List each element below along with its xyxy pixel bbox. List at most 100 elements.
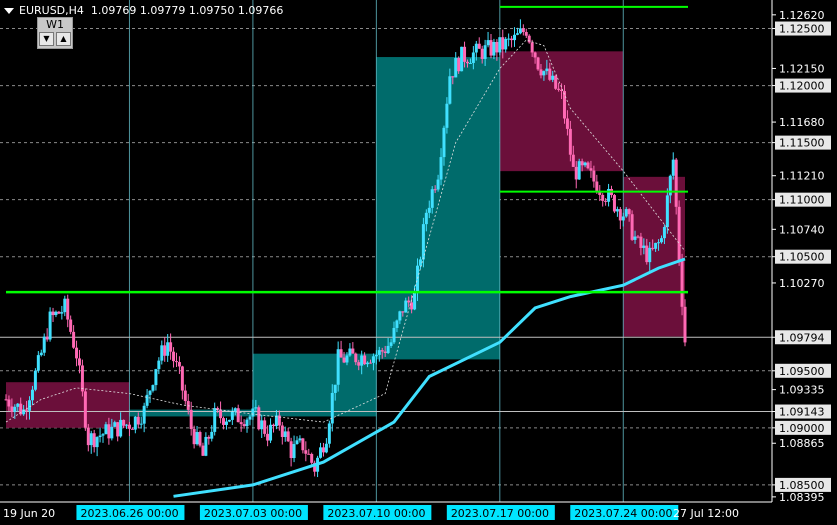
candle-body bbox=[659, 238, 663, 243]
candle-body bbox=[310, 454, 314, 463]
triangle-up-icon[interactable]: ▲ bbox=[56, 32, 71, 46]
candle-body bbox=[177, 362, 181, 367]
candle-body bbox=[465, 61, 469, 64]
candle-body bbox=[30, 389, 34, 401]
candle-body bbox=[172, 351, 176, 362]
candle-body bbox=[430, 189, 434, 208]
candle-body bbox=[513, 34, 517, 41]
candle-body bbox=[416, 265, 420, 293]
candle-body bbox=[436, 179, 440, 190]
candle-body bbox=[636, 236, 640, 238]
candle-body bbox=[527, 35, 531, 43]
chart-menu-icon[interactable] bbox=[4, 8, 14, 14]
candle-body bbox=[368, 362, 372, 364]
candle-body bbox=[16, 403, 20, 407]
candle-body bbox=[107, 424, 111, 439]
candle-body bbox=[242, 424, 246, 427]
candle-body bbox=[345, 355, 349, 363]
candle-body bbox=[25, 409, 29, 411]
time-label: 19 Jun 20 bbox=[3, 507, 55, 520]
candle-body bbox=[148, 390, 152, 395]
candle-body bbox=[424, 212, 428, 225]
candle-body bbox=[598, 192, 602, 195]
candle-body bbox=[77, 358, 81, 366]
candle-body bbox=[63, 298, 67, 313]
candle-body bbox=[486, 40, 490, 46]
candle-body bbox=[524, 32, 528, 36]
candle-body bbox=[586, 162, 590, 169]
candle-body bbox=[42, 336, 46, 353]
candle-body bbox=[454, 58, 458, 78]
candle-body bbox=[445, 103, 449, 128]
candle-body bbox=[395, 320, 399, 328]
candle-body bbox=[680, 260, 684, 307]
candle-body bbox=[257, 407, 261, 430]
candle-body bbox=[4, 399, 8, 401]
candle-body bbox=[589, 168, 593, 171]
candle-body bbox=[101, 434, 105, 436]
candle-body bbox=[545, 68, 549, 72]
candle-body bbox=[510, 38, 514, 41]
candle-body bbox=[342, 357, 346, 363]
price-zone bbox=[376, 57, 500, 360]
candle-body bbox=[418, 259, 422, 266]
candle-body bbox=[174, 361, 178, 363]
time-label: 2023.06.26 00:00 bbox=[80, 507, 178, 520]
candle-body bbox=[57, 311, 61, 314]
candle-body bbox=[554, 75, 558, 89]
candle-body bbox=[7, 399, 11, 407]
candle-body bbox=[386, 345, 390, 353]
candle-body bbox=[618, 209, 622, 221]
candle-body bbox=[127, 424, 131, 429]
candle-body bbox=[307, 453, 311, 455]
candle-body bbox=[357, 362, 361, 366]
candle-body bbox=[530, 42, 534, 53]
triangle-down-icon[interactable]: ▼ bbox=[39, 32, 54, 46]
price-label: 1.09000 bbox=[779, 422, 825, 435]
price-label: 1.09500 bbox=[779, 365, 825, 378]
timeframe-selector[interactable]: W1 ▼ ▲ bbox=[37, 17, 73, 49]
candle-body bbox=[580, 161, 584, 166]
price-label: 1.09794 bbox=[779, 331, 825, 344]
candle-body bbox=[333, 384, 337, 393]
candle-body bbox=[263, 420, 267, 434]
candle-body bbox=[398, 311, 402, 321]
candle-body bbox=[54, 311, 58, 316]
price-label: 1.11000 bbox=[779, 194, 825, 207]
candle-body bbox=[380, 350, 384, 352]
candle-body bbox=[28, 400, 32, 411]
candle-body bbox=[230, 411, 234, 420]
candle-body bbox=[339, 349, 343, 358]
price-label: 1.12500 bbox=[779, 23, 825, 36]
candle-body bbox=[533, 52, 537, 58]
candle-body bbox=[457, 58, 461, 72]
candle-body bbox=[571, 154, 575, 167]
time-axis[interactable]: 19 Jun 20 2023.06.26 00:00 2023.07.03 00:0… bbox=[0, 501, 772, 520]
candle-body bbox=[448, 76, 452, 104]
candle-body bbox=[624, 209, 628, 217]
candle-body bbox=[551, 75, 555, 80]
candle-body bbox=[183, 390, 187, 402]
candle-body bbox=[495, 41, 499, 53]
price-label: 1.11500 bbox=[779, 137, 825, 150]
candle-body bbox=[116, 422, 120, 437]
price-axis[interactable]: 1.126201.12500 1.12150 1.12000 1.11680 1.115… bbox=[771, 0, 831, 504]
candle-body bbox=[289, 441, 293, 459]
price-label: 1.12150 bbox=[779, 62, 825, 75]
candle-body bbox=[163, 345, 167, 356]
candle-body bbox=[201, 445, 205, 456]
price-chart[interactable]: 1.126201.12500 1.12150 1.12000 1.11680 1.115… bbox=[0, 0, 837, 525]
candle-body bbox=[286, 431, 290, 442]
candle-body bbox=[568, 128, 572, 155]
price-label: 1.08395 bbox=[779, 491, 825, 504]
timeframe-label: W1 bbox=[46, 18, 64, 31]
candle-body bbox=[301, 438, 305, 451]
candle-body bbox=[283, 431, 287, 437]
candle-body bbox=[113, 422, 117, 427]
candle-body bbox=[136, 416, 140, 425]
candle-body bbox=[321, 447, 325, 453]
candle-body bbox=[292, 444, 296, 459]
candle-body bbox=[189, 409, 193, 429]
candle-body bbox=[501, 37, 505, 50]
candle-body bbox=[615, 209, 619, 212]
